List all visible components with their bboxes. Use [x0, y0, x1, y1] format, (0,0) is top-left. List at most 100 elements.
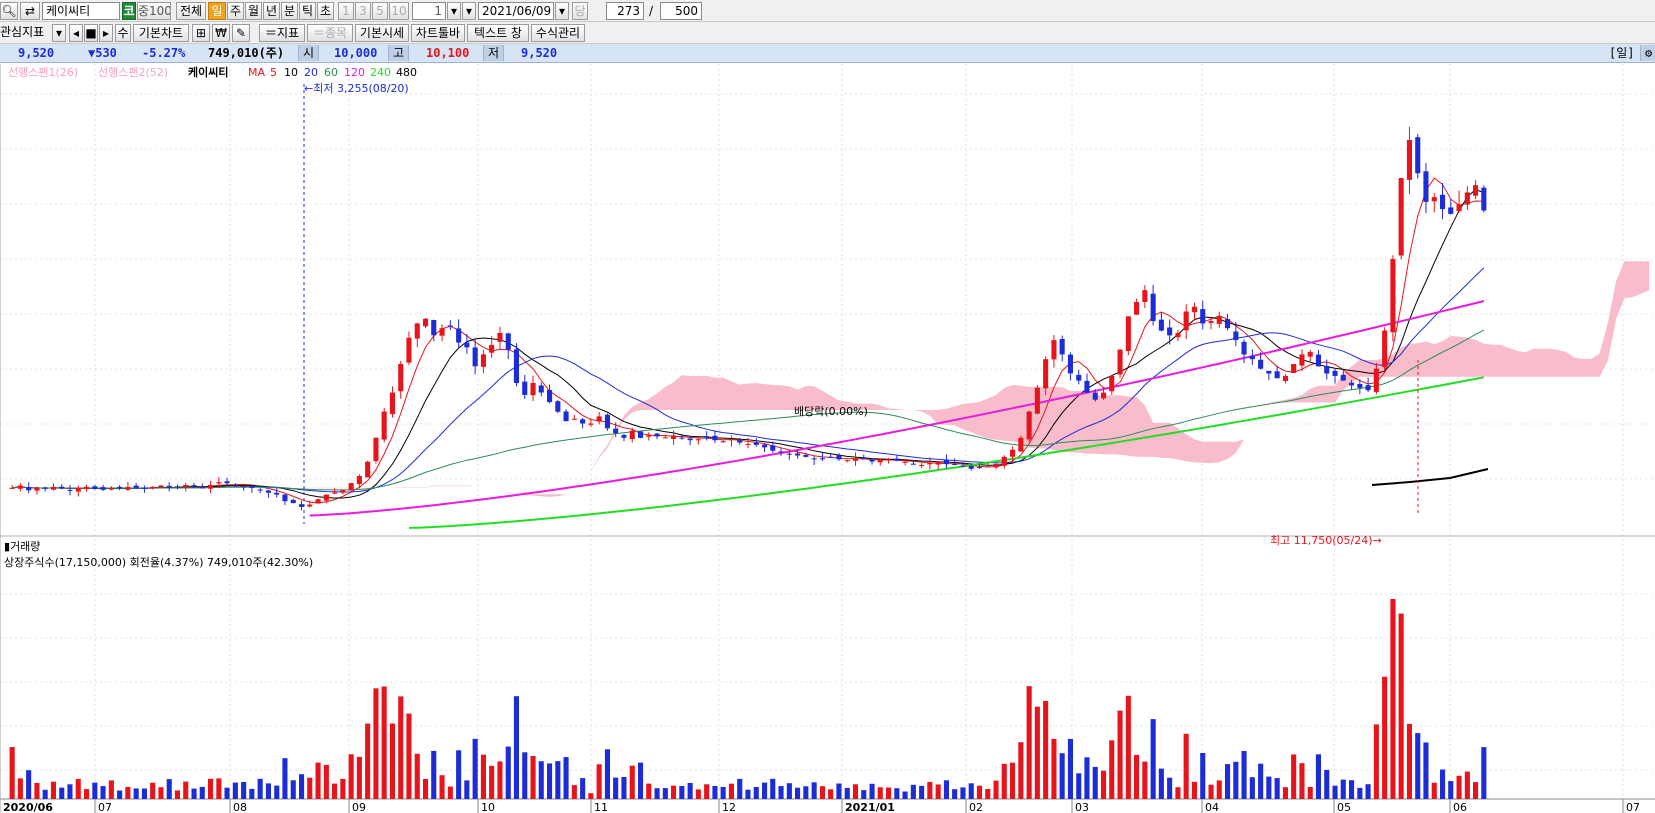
candle-down: [861, 457, 867, 460]
volume-bar: [993, 780, 999, 799]
x-axis-label: 12: [722, 801, 736, 813]
formula-manage-button[interactable]: 수식관리: [531, 24, 585, 42]
candle-down: [819, 458, 825, 460]
volume-bar: [1125, 695, 1131, 799]
volume-bar: [952, 789, 958, 799]
volume-bar: [1481, 747, 1487, 799]
open-label: 시: [298, 45, 320, 61]
x-axis-label: 05: [1337, 801, 1351, 813]
candle-up: [1406, 140, 1412, 180]
candle-down: [952, 463, 958, 465]
interval-1-button[interactable]: 1: [338, 2, 354, 20]
volume-bar: [1382, 676, 1388, 799]
high-label: 고: [388, 45, 410, 61]
volume-bar: [389, 723, 395, 799]
basic-chart-button[interactable]: 기본차트: [133, 24, 189, 42]
volume-bar: [803, 786, 809, 799]
refresh-icon[interactable]: ⇄: [20, 2, 40, 20]
chart-grid: [0, 64, 1655, 800]
interval-input[interactable]: 1: [412, 2, 446, 20]
volume-bar: [67, 784, 73, 799]
moving-average-lines: [12, 177, 1489, 529]
add-stock-button[interactable]: ＝종목: [307, 24, 353, 42]
total-count-input[interactable]: 500: [660, 2, 702, 20]
period-all-button[interactable]: 전체: [176, 2, 206, 20]
period-month-button[interactable]: 월: [245, 2, 262, 20]
add-indicator-button[interactable]: ＝지표: [259, 24, 305, 42]
date-dropdown-icon[interactable]: ▾: [462, 2, 476, 20]
candle-down: [522, 381, 528, 395]
period-day-button[interactable]: 일: [208, 2, 226, 20]
index-badge[interactable]: 중100: [137, 2, 171, 20]
volume-bar: [365, 723, 371, 799]
volume-bar: [596, 764, 602, 799]
toolbar-top: 🔍︎ ⇄ 케이씨티 코 중100 전체 일 주 월 년 분 틱 초 1 3 5 …: [0, 0, 1655, 22]
candle-up: [348, 483, 354, 491]
volume-bar: [770, 778, 776, 799]
period-second-button[interactable]: 초: [317, 2, 334, 20]
search-icon[interactable]: 🔍︎: [0, 2, 18, 20]
candle-down: [828, 456, 834, 458]
volume-bar: [1101, 770, 1107, 799]
interest-indicator-button[interactable]: 관심지표: [0, 24, 50, 42]
volume-bar: [1092, 766, 1098, 799]
volume-bar: [1010, 762, 1016, 799]
volume-bar: [547, 763, 553, 799]
period-tag: [일]: [1609, 46, 1635, 60]
volume-bar: [1315, 754, 1321, 799]
date-field[interactable]: 2021/06/09: [478, 2, 554, 20]
stop-icon[interactable]: ■: [84, 24, 98, 42]
basic-quote-button[interactable]: 기본시세: [355, 24, 409, 42]
sum-button[interactable]: 수: [115, 24, 131, 42]
volume-bar: [571, 785, 577, 799]
candle-up: [480, 354, 486, 367]
volume-bar: [100, 786, 106, 799]
candle-up: [1282, 375, 1288, 381]
volume-bar: [92, 782, 98, 799]
volume-bar: [943, 780, 949, 799]
period-week-button[interactable]: 주: [227, 2, 244, 20]
stock-name-input[interactable]: 케이씨티: [42, 2, 120, 20]
candle-down: [1150, 293, 1156, 322]
text-window-button[interactable]: 텍스트 창: [467, 24, 529, 42]
candlestick-chart[interactable]: 2020/06 07 08 09 10 11 12 2021/01 02 03 04 05 06 07 선…: [0, 64, 1655, 813]
candle-up: [1034, 387, 1040, 414]
volume-bar: [1158, 768, 1164, 799]
display-count-input[interactable]: 273: [606, 2, 644, 20]
volume-bar: [439, 775, 445, 799]
volume-bar: [745, 789, 751, 799]
interval-dropdown[interactable]: ▾: [447, 2, 461, 20]
period-year-button[interactable]: 년: [263, 2, 280, 20]
won-icon[interactable]: ₩: [212, 24, 230, 42]
volume-bar: [1357, 787, 1363, 799]
candle-up: [365, 461, 371, 478]
date-picker-icon[interactable]: ▾: [555, 2, 569, 20]
candle-down: [1423, 171, 1429, 202]
indicator-menu-icon[interactable]: ▾: [52, 24, 66, 42]
candle-down: [679, 437, 685, 439]
interval-5-button[interactable]: 5: [372, 2, 388, 20]
settings-icon[interactable]: ⚙: [1640, 45, 1655, 61]
candle-up: [596, 416, 602, 422]
period-tick-button[interactable]: 틱: [299, 2, 316, 20]
volume-bar: [1208, 784, 1214, 799]
scroll-right-icon[interactable]: ▸: [99, 24, 113, 42]
interval-3-button[interactable]: 3: [355, 2, 371, 20]
candle-up: [695, 439, 701, 441]
scroll-left-icon[interactable]: ◂: [69, 24, 83, 42]
volume-bar: [398, 696, 404, 799]
volume-bar: [447, 786, 453, 799]
date-current-button[interactable]: 당: [572, 2, 588, 20]
high-annotation: 최고 11,750(05/24)→: [1270, 534, 1382, 547]
interval-10-button[interactable]: 10: [389, 2, 409, 20]
chart-toolbar-button[interactable]: 차트툴바: [411, 24, 465, 42]
candle-up: [423, 318, 429, 327]
chart-settings-icon[interactable]: ⊞: [192, 24, 210, 42]
tool-icon[interactable]: ✎: [232, 24, 250, 42]
volume-bar: [108, 780, 114, 799]
candle-down: [910, 463, 916, 465]
candle-down: [1233, 331, 1239, 341]
period-minute-button[interactable]: 분: [281, 2, 298, 20]
volume-bar: [59, 787, 65, 799]
candle-up: [34, 487, 40, 491]
